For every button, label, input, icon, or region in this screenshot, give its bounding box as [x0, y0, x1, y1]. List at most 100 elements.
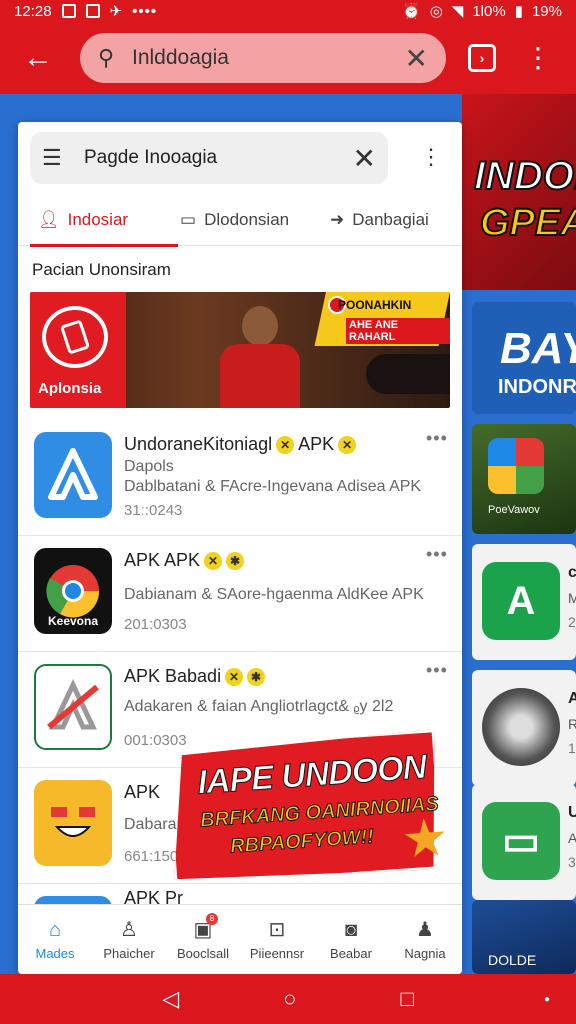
- back-arrow-icon[interactable]: ←: [18, 38, 58, 78]
- tab-dlodonsian[interactable]: ▭ Dlodonsian: [168, 194, 318, 246]
- row-more-icon[interactable]: •••: [426, 544, 448, 565]
- app-title: APK: [124, 782, 161, 802]
- cast-icon: ✈: [109, 3, 123, 20]
- app-title: APK Babadi ✕ ✱: [124, 666, 266, 687]
- background-banner-line1: INDOR: [473, 153, 576, 199]
- recents-square-icon[interactable]: □: [400, 986, 413, 1012]
- promo-left-label: Aplonsia: [38, 380, 102, 397]
- promo-tag-line2: AHE ANE RAHARL: [346, 318, 450, 344]
- grid-icon: ⊡: [268, 919, 286, 941]
- wifi-icon: ◥: [451, 3, 464, 20]
- back-triangle-icon[interactable]: ◁: [162, 986, 179, 1012]
- background-app-card[interactable]: ▭ Ur A 30: [472, 784, 576, 900]
- tab-indosiar[interactable]: 👤︎ Indosiar: [18, 194, 178, 247]
- clear-search-icon[interactable]: ✕: [405, 42, 428, 75]
- nav-booclsall[interactable]: ▣ 8 Booclsall: [166, 905, 240, 974]
- nav-label: Booclsall: [176, 946, 230, 961]
- star-badge-icon: ✱: [247, 668, 266, 686]
- status-bar: 12:28 ✈ •••• ⏰ ◎ ◥ 1l0% ▮ 19%: [0, 0, 576, 22]
- background-app-num: 30: [568, 854, 576, 870]
- app-a-logo-icon: [34, 432, 112, 518]
- background-bottom-card[interactable]: DOLDE: [472, 900, 576, 974]
- background-app-sub: M: [568, 590, 576, 606]
- app-icon-label: Keevona: [47, 614, 99, 628]
- home-icon: ⌂: [48, 919, 62, 941]
- speaker-icon: [482, 688, 560, 766]
- search-input[interactable]: Inlddoagia: [132, 46, 405, 70]
- dot-icon: ●: [543, 993, 550, 1005]
- list-item[interactable]: Keevona APK APK ✕ ✱ Dabianam & SAore-hgaen…: [18, 536, 462, 652]
- inner-search-bar[interactable]: ☰ Pagde Inooagia ✕: [30, 132, 388, 184]
- inner-search-input[interactable]: Pagde Inooagia: [84, 147, 353, 169]
- app-description: Adakaren & faian Angliotrlagct& ᵨy 2l2: [124, 698, 394, 715]
- inner-more-icon[interactable]: ⋮: [420, 144, 442, 170]
- app-title: UndoraneKitoniagl ✕ APK ✕: [124, 434, 357, 455]
- promo-sticker[interactable]: IAPE UNDOON BRFKANG OANIRNOIIAS RBPAOFYO…: [165, 728, 455, 897]
- nav-phaicher[interactable]: ♙ Phaicher: [92, 905, 166, 974]
- background-app-title: cr: [568, 564, 576, 581]
- background-app-card[interactable]: AI Re 1:: [472, 670, 576, 786]
- chat-bubble-icon: [42, 306, 108, 368]
- background-app-sub: A: [568, 830, 576, 846]
- promo-tag-line1: POONAHKIN: [338, 298, 412, 312]
- app-description: Dabianam & SAore-hgaenma AldKee APK: [124, 586, 424, 603]
- person-icon: 👤︎: [38, 210, 60, 229]
- row-more-icon[interactable]: •••: [426, 660, 448, 681]
- nav-label: Nagnia: [404, 946, 446, 961]
- app-bar: ← ⚲ Inlddoagia ✕ › ⋮: [0, 22, 576, 94]
- background-bay-card[interactable]: BAY INDONRA: [472, 302, 576, 414]
- background-app-card[interactable]: A cr M 2(: [472, 544, 576, 660]
- battery-b-text: 19%: [531, 2, 562, 20]
- battery-a-text: 1l0%: [472, 2, 506, 20]
- verified-badge-icon: ✕: [338, 436, 357, 454]
- search-icon: ⚲: [98, 45, 115, 70]
- section-title: Pacian Unonsiram: [32, 260, 171, 279]
- nav-label: Piieennsr: [249, 946, 305, 961]
- nav-label: Mades: [35, 946, 75, 961]
- background-bay-line2: INDONRA: [498, 376, 576, 398]
- list-item[interactable]: UndoraneKitoniagl ✕ APK ✕ Dapols Dablbatan…: [18, 420, 462, 536]
- more-notifications-icon: ••••: [132, 2, 158, 20]
- blocked-app-icon: [34, 664, 112, 750]
- alarm-icon: ⏰: [402, 3, 421, 20]
- background-photo-card[interactable]: PoeVawov: [472, 424, 576, 534]
- arrow-icon: ➜: [330, 210, 345, 229]
- promo-person-image: [220, 306, 300, 408]
- nav-mades[interactable]: ⌂ Mades: [18, 905, 92, 974]
- home-circle-icon[interactable]: ○: [283, 986, 296, 1012]
- app-description: Dablbatani & FAcre-Ingevana Adisea APK: [124, 478, 422, 495]
- video-chat-icon: ▭: [482, 802, 560, 880]
- app-count: 31ː:0243: [124, 502, 183, 519]
- promo-banner[interactable]: Aplonsia POONAHKIN AHE ANE RAHARL: [30, 292, 450, 408]
- verified-badge-icon: ✕: [204, 552, 223, 570]
- tab-label: Indosiar: [67, 210, 129, 229]
- row-more-icon[interactable]: •••: [426, 428, 448, 449]
- person-icon: ♙: [120, 919, 138, 941]
- tab-danbagiai[interactable]: ➜ Danbagiai: [318, 194, 462, 246]
- chrome-logo-icon: Keevona: [34, 548, 112, 634]
- profile-icon: ♟: [416, 919, 434, 941]
- nav-label: Beabar: [330, 946, 372, 961]
- background-photo-label: PoeVawov: [488, 504, 540, 516]
- more-options-icon[interactable]: ⋮: [524, 44, 552, 72]
- bottom-navigation: ⌂ Mades ♙ Phaicher ▣ 8 Booclsall ⊡ Piiee…: [18, 904, 462, 974]
- open-external-icon[interactable]: ›: [468, 44, 496, 72]
- hamburger-menu-icon[interactable]: ☰: [42, 145, 78, 171]
- app-count: 661:150: [124, 848, 179, 865]
- nav-beabar[interactable]: ◙ Beabar: [314, 905, 388, 974]
- nav-piieennsr[interactable]: ⊡ Piieennsr: [240, 905, 314, 974]
- nav-label: Phaicher: [103, 946, 155, 961]
- clear-inner-search-icon[interactable]: ✕: [353, 142, 376, 175]
- nav-nagnia[interactable]: ♟ Nagnia: [388, 905, 462, 974]
- pointing-hand-image: [366, 354, 450, 394]
- notification-badge: 8: [206, 913, 218, 925]
- status-time: 12:28: [14, 2, 52, 20]
- app-developer: Dapols: [124, 458, 174, 475]
- background-bottom-label: DOLDE: [488, 952, 537, 968]
- app-count: 201:0303: [124, 616, 187, 633]
- search-bar[interactable]: ⚲ Inlddoagia ✕: [80, 33, 446, 83]
- app-a-icon: A: [482, 562, 560, 640]
- background-app-sub: Re: [568, 716, 576, 732]
- emoji-face-icon: [34, 780, 112, 866]
- sync-icon: ◎: [429, 3, 443, 20]
